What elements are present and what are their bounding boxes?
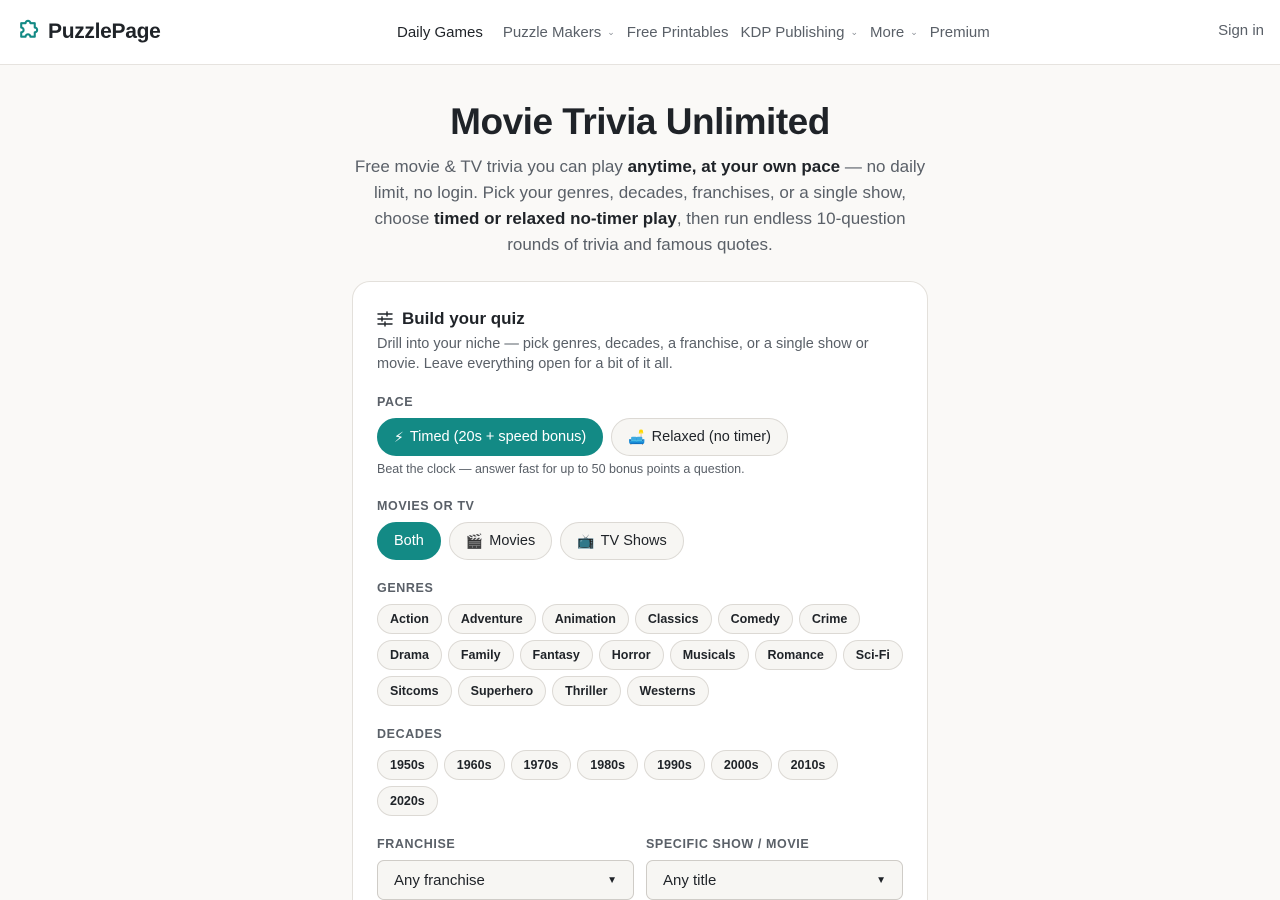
media-type-label: MOVIES OR TV [377, 499, 475, 513]
genre-chip-thriller[interactable]: Thriller [552, 676, 621, 706]
chevron-down-icon: ▼ [876, 874, 886, 886]
quiz-builder-card: Build your quiz Drill into your niche — … [352, 281, 928, 900]
quiz-builder-description: Drill into your niche — pick genres, dec… [377, 336, 869, 372]
decade-chip-1990s[interactable]: 1990s [644, 750, 705, 780]
decade-chip-2020s[interactable]: 2020s [377, 786, 438, 816]
decade-chip-1960s[interactable]: 1960s [443, 750, 505, 780]
option-label: Relaxed (no timer) [651, 429, 771, 445]
option-emoji-icon: 🎬 [465, 532, 484, 549]
genre-chip-drama[interactable]: Drama [377, 640, 442, 670]
media-type-options: Both 🎬 Movies 📺 TV Shows [377, 522, 684, 560]
genre-chip-superhero[interactable]: Superhero [457, 676, 547, 706]
decades-label: DECADES [377, 727, 443, 741]
nav-item-label: Premium [929, 23, 990, 41]
genres-label: GENRES [377, 581, 434, 595]
genre-chip-romance[interactable]: Romance [754, 640, 837, 670]
nav-item-label: KDP Publishing [740, 23, 845, 41]
pace-option-relaxed-no-timer[interactable]: 🛋️ Relaxed (no timer) [611, 418, 788, 456]
page-title: Movie Trivia Unlimited [450, 101, 830, 142]
genre-chip-fantasy[interactable]: Fantasy [519, 640, 593, 670]
genre-chip-musicals[interactable]: Musicals [669, 640, 749, 670]
chevron-down-icon: ⌄ [607, 27, 615, 37]
decade-chips: 1950s 1960s 1970s 1980s 1990s 2000s 2010s 2020s [377, 750, 905, 816]
brand-logo[interactable]: PuzzlePage [16, 19, 161, 44]
quiz-builder-heading: Build your quiz [377, 309, 525, 329]
chevron-down-icon: ▼ [607, 874, 617, 886]
page-subtitle: Free movie & TV trivia you can play anyt… [350, 154, 930, 258]
franchise-label: FRANCHISE [377, 837, 456, 851]
nav-item-puzzle-makers[interactable]: Puzzle Makers ⌄ [503, 24, 615, 41]
genre-chip-action[interactable]: Action [377, 604, 442, 634]
genre-chip-crime[interactable]: Crime [798, 604, 861, 634]
decade-chip-1950s[interactable]: 1950s [377, 750, 438, 780]
main-nav: Daily Games Puzzle Makers ⌄ Free Printables… [397, 22, 1002, 42]
title-select-value: Any title [663, 871, 717, 889]
franchise-select-value: Any franchise [394, 871, 485, 889]
genre-chip-adventure[interactable]: Adventure [447, 604, 536, 634]
option-emoji-icon: 🛋️ [628, 428, 646, 445]
puzzle-piece-icon [16, 19, 41, 44]
option-emoji-icon: ⚡ [394, 428, 404, 445]
pace-option-timed-20s-speed-bonus[interactable]: ⚡ Timed (20s + speed bonus) [377, 418, 604, 456]
chevron-down-icon: ⌄ [910, 27, 918, 37]
decade-chip-2010s[interactable]: 2010s [777, 750, 839, 780]
option-label: TV Shows [600, 533, 667, 549]
decade-chip-1980s[interactable]: 1980s [577, 750, 639, 780]
genre-chip-sci-fi[interactable]: Sci-Fi [842, 640, 903, 670]
pace-options: ⚡ Timed (20s + speed bonus) 🛋️ Relaxed (no … [377, 418, 788, 456]
genre-chip-family[interactable]: Family [447, 640, 514, 670]
nav-item-label: Daily Games [397, 23, 483, 41]
genre-chip-classics[interactable]: Classics [634, 604, 712, 634]
nav-item-label: Free Printables [626, 23, 729, 41]
top-nav-bar: PuzzlePage Daily Games Puzzle Makers ⌄ Free… [0, 0, 1280, 65]
title-select[interactable]: Any title ▼ [646, 860, 903, 900]
subtitle-emphasis: anytime, at your own pace [627, 157, 841, 176]
nav-item-premium[interactable]: Premium [930, 24, 990, 41]
genre-chip-animation[interactable]: Animation [541, 604, 629, 634]
genre-chip-horror[interactable]: Horror [598, 640, 664, 670]
option-label: Movies [489, 533, 536, 549]
genre-chip-sitcoms[interactable]: Sitcoms [377, 676, 452, 706]
genre-chip-westerns[interactable]: Westerns [626, 676, 709, 706]
nav-item-more[interactable]: More ⌄ [870, 24, 918, 41]
media-option-tv-shows[interactable]: 📺 TV Shows [560, 522, 684, 560]
option-label: Timed (20s + speed bonus) [409, 429, 587, 445]
chevron-down-icon: ⌄ [850, 27, 858, 37]
sliders-icon [377, 311, 393, 327]
option-label: Both [394, 533, 424, 549]
nav-item-free-printables[interactable]: Free Printables [627, 24, 729, 41]
decade-chip-2000s[interactable]: 2000s [710, 750, 772, 780]
subtitle-emphasis: timed or relaxed no-timer play [434, 209, 677, 228]
media-option-both[interactable]: Both [377, 522, 441, 560]
decade-chip-1970s[interactable]: 1970s [510, 750, 572, 780]
franchise-select[interactable]: Any franchise ▼ [377, 860, 634, 900]
nav-item-label: More [870, 23, 905, 41]
genre-chip-comedy[interactable]: Comedy [717, 604, 793, 634]
pace-hint: Beat the clock — answer fast for up to 5… [377, 462, 745, 476]
nav-item-kdp-publishing[interactable]: KDP Publishing ⌄ [741, 24, 859, 41]
title-label: SPECIFIC SHOW / MOVIE [646, 837, 810, 851]
quiz-builder-title: Build your quiz [402, 309, 525, 328]
genre-chips: Action Adventure Animation Classics Comedy Cr… [377, 604, 905, 706]
pace-label: PACE [377, 395, 414, 409]
subtitle-text: Free movie & TV trivia you can play [354, 157, 628, 176]
brand-name: PuzzlePage [48, 19, 161, 43]
option-emoji-icon: 📺 [577, 532, 595, 549]
nav-item-label: Puzzle Makers [502, 23, 602, 41]
nav-item-daily-games[interactable]: Daily Games [397, 24, 483, 41]
sign-in-link[interactable]: Sign in [1218, 22, 1264, 39]
media-option-movies[interactable]: 🎬 Movies [448, 522, 553, 560]
